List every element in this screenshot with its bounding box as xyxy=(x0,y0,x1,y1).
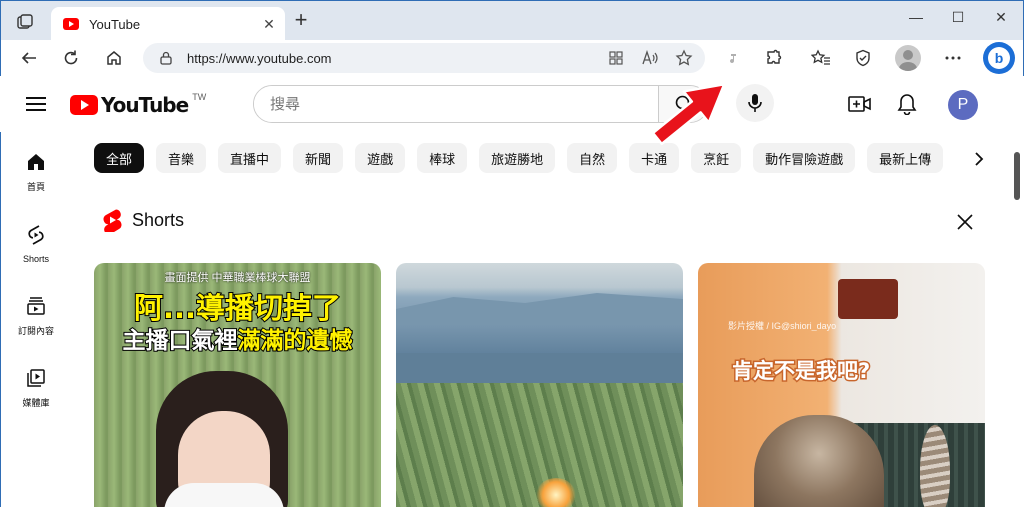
back-icon[interactable] xyxy=(15,44,43,72)
shorts-header: Shorts xyxy=(102,208,184,232)
shorts-card-1[interactable]: 畫面提供 中華職業棒球大聯盟 阿...導播切掉了 主播口氣裡滿滿的遺憾 xyxy=(94,263,381,507)
shorts-card-3[interactable]: 影片授權 / IG@shiori_dayo 肯定不是我吧? xyxy=(698,263,985,507)
guide-item-label: 媒體庫 xyxy=(22,398,50,408)
guide-item-home[interactable]: 首頁 xyxy=(0,140,72,212)
chip-music[interactable]: 音樂 xyxy=(156,143,207,173)
explosion-shape xyxy=(536,478,576,507)
browser-tab-bar: YouTube ✕ + — ☐ ✕ xyxy=(0,0,1024,41)
mountain-shape xyxy=(396,293,683,325)
lake-shape xyxy=(396,353,683,383)
card-subheadline-b: 滿滿的遺憾 xyxy=(237,327,354,355)
lock-icon[interactable] xyxy=(159,51,173,65)
browser-essentials-icon[interactable] xyxy=(849,44,877,72)
chip-all[interactable]: 全部 xyxy=(94,143,145,173)
favorites-icon[interactable] xyxy=(807,44,835,72)
guide-item-label: Shorts xyxy=(22,254,49,264)
new-tab-button[interactable]: + xyxy=(289,9,313,33)
library-icon xyxy=(27,369,45,387)
create-video-icon[interactable] xyxy=(846,90,874,118)
maximize-button[interactable]: ☐ xyxy=(943,6,973,28)
bing-letter: b xyxy=(988,47,1010,69)
page-scrollbar[interactable] xyxy=(1010,76,1024,507)
mini-guide: 首頁 Shorts 訂閱內容 媒體庫 xyxy=(0,140,72,428)
feather-shape xyxy=(920,425,950,507)
youtube-header: YouTube TW P xyxy=(0,76,1024,132)
tab-close-icon[interactable]: ✕ xyxy=(259,16,279,33)
logo-text: YouTube xyxy=(101,93,189,117)
guide-item-library[interactable]: 媒體庫 xyxy=(0,356,72,428)
profile-icon[interactable] xyxy=(895,45,921,71)
chevron-right-icon[interactable] xyxy=(966,146,992,172)
shorts-title: Shorts xyxy=(132,209,185,230)
filter-chips: 全部 音樂 直播中 新聞 遊戲 棒球 旅遊勝地 自然 卡通 烹飪 動作冒險遊戲 … xyxy=(94,143,962,173)
home-icon[interactable] xyxy=(100,44,128,72)
card-subheadline: 主播口氣裡滿滿的遺憾 xyxy=(94,321,381,355)
card-subheadline-a: 主播口氣裡 xyxy=(122,327,239,355)
shorts-icon xyxy=(28,225,44,245)
guide-item-label: 訂閱內容 xyxy=(17,326,54,336)
card-watermark: 影片授權 / IG@shiori_dayo xyxy=(728,321,837,331)
red-arrow-annotation xyxy=(651,83,726,146)
puzzle-extensions-icon[interactable] xyxy=(760,44,788,72)
scrollbar-thumb[interactable] xyxy=(1014,152,1020,200)
home-icon xyxy=(28,154,44,170)
youtube-logo[interactable]: YouTube TW xyxy=(70,92,207,117)
address-url[interactable]: https://www.youtube.com xyxy=(187,51,603,66)
bing-copilot-icon[interactable]: b xyxy=(983,42,1015,74)
chip-gaming[interactable]: 遊戲 xyxy=(355,143,406,173)
chip-baseball[interactable]: 棒球 xyxy=(417,143,468,173)
youtube-play-icon xyxy=(70,95,98,115)
shelf-shape xyxy=(838,279,898,319)
person-shirt xyxy=(164,483,284,507)
voice-search-button[interactable] xyxy=(736,84,774,122)
card-overlay-text: 肯定不是我吧? xyxy=(730,358,871,385)
chip-travel[interactable]: 旅遊勝地 xyxy=(479,143,556,173)
address-bar[interactable]: https://www.youtube.com xyxy=(143,43,705,73)
shorts-card-2[interactable] xyxy=(396,263,683,507)
chip-recently-uploaded[interactable]: 最新上傳 xyxy=(867,143,944,173)
search-input[interactable] xyxy=(254,86,658,122)
chip-action-adventure[interactable]: 動作冒險遊戲 xyxy=(753,143,856,173)
tab-title: YouTube xyxy=(89,16,141,32)
notifications-bell-icon[interactable] xyxy=(893,90,921,118)
guide-item-shorts[interactable]: Shorts xyxy=(0,212,72,284)
shorts-logo-icon xyxy=(103,209,122,232)
minimize-button[interactable]: — xyxy=(901,6,931,28)
guide-item-subscriptions[interactable]: 訂閱內容 xyxy=(0,284,72,356)
tab-actions-icon[interactable] xyxy=(13,11,37,33)
browser-tab-youtube[interactable]: YouTube ✕ xyxy=(51,7,285,41)
country-code: TW xyxy=(192,92,207,102)
chip-nature[interactable]: 自然 xyxy=(567,143,618,173)
card-caption: 畫面提供 中華職業棒球大聯盟 xyxy=(164,272,311,284)
chip-live[interactable]: 直播中 xyxy=(218,143,282,173)
close-window-button[interactable]: ✕ xyxy=(986,6,1016,28)
microphone-icon xyxy=(748,94,762,112)
more-icon[interactable] xyxy=(939,44,967,72)
youtube-favicon-icon xyxy=(63,18,79,30)
chip-news[interactable]: 新聞 xyxy=(293,143,344,173)
refresh-icon[interactable] xyxy=(57,44,85,72)
subscriptions-icon xyxy=(27,297,45,315)
close-shorts-icon[interactable] xyxy=(952,209,978,235)
browser-toolbar: https://www.youtube.com b xyxy=(0,40,1024,76)
guide-item-label: 首頁 xyxy=(26,182,45,192)
account-avatar[interactable]: P xyxy=(948,90,978,120)
app-available-icon[interactable] xyxy=(603,45,629,71)
menu-icon[interactable] xyxy=(24,92,48,116)
